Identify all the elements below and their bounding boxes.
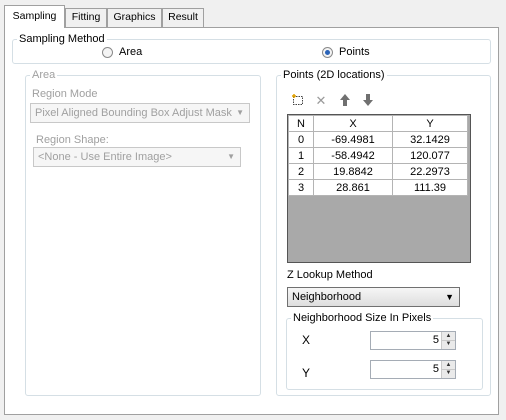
stepper-buttons: ▲ ▼ [441, 332, 455, 349]
table-cell[interactable]: 111.39 [392, 179, 468, 196]
table-row[interactable]: 3 28.861 111.39 [288, 179, 468, 196]
table-row[interactable]: 1 -58.4942 120.077 [288, 147, 468, 164]
table-cell[interactable]: 3 [288, 179, 314, 196]
column-header-x[interactable]: X [313, 115, 393, 132]
column-header-y[interactable]: Y [392, 115, 468, 132]
stepper-buttons: ▲ ▼ [441, 361, 455, 378]
region-mode-select[interactable]: Pixel Aligned Bounding Box Adjust Mask ▼ [30, 103, 250, 123]
delete-icon[interactable]: ✕ [313, 93, 329, 109]
area-radio[interactable] [102, 47, 113, 58]
chevron-down-icon: ▼ [445, 292, 454, 302]
move-down-icon[interactable] [360, 93, 376, 109]
table-cell[interactable]: -58.4942 [313, 147, 393, 164]
area-radio-label[interactable]: Area [119, 46, 142, 58]
table-row[interactable]: 2 19.8842 22.2973 [288, 163, 468, 180]
region-shape-select[interactable]: <None - Use Entire Image> ▼ [33, 147, 241, 167]
z-lookup-value: Neighborhood [292, 291, 362, 303]
z-lookup-label: Z Lookup Method [287, 269, 373, 281]
points-radio-label[interactable]: Points [339, 46, 370, 58]
add-point-icon[interactable] [290, 93, 306, 109]
neighborhood-y-label: Y [302, 366, 311, 380]
tab-graphics[interactable]: Graphics [107, 8, 162, 27]
table-cell[interactable]: 120.077 [392, 147, 468, 164]
tab-sampling[interactable]: Sampling [4, 5, 65, 28]
area-legend: Area [32, 69, 56, 81]
chevron-down-icon: ▼ [227, 152, 235, 161]
points-table[interactable]: N X Y 0 -69.4981 32.1429 1 -58.4942 120.… [288, 115, 468, 196]
z-lookup-select[interactable]: Neighborhood ▼ [287, 287, 460, 307]
table-cell[interactable]: -69.4981 [313, 131, 393, 148]
region-shape-label: Region Shape: [36, 134, 109, 146]
table-cell[interactable]: 2 [288, 163, 314, 180]
table-cell[interactable]: 19.8842 [313, 163, 393, 180]
table-header-row: N X Y [288, 115, 468, 132]
neighborhood-y-value: 5 [432, 363, 439, 375]
move-up-icon[interactable] [337, 93, 353, 109]
neighborhood-legend: Neighborhood Size In Pixels [293, 312, 432, 324]
table-row[interactable]: 0 -69.4981 32.1429 [288, 131, 468, 148]
neighborhood-x-value: 5 [432, 334, 439, 346]
stepper-down-icon[interactable]: ▼ [442, 369, 455, 377]
points-radio[interactable] [322, 47, 333, 58]
table-cell[interactable]: 0 [288, 131, 314, 148]
table-cell[interactable]: 1 [288, 147, 314, 164]
sampling-method-legend: Sampling Method [19, 33, 105, 45]
table-cell[interactable]: 32.1429 [392, 131, 468, 148]
tab-result[interactable]: Result [162, 8, 204, 27]
chevron-down-icon: ▼ [236, 108, 244, 117]
stepper-down-icon[interactable]: ▼ [442, 340, 455, 348]
region-mode-value: Pixel Aligned Bounding Box Adjust Mask [35, 107, 232, 119]
neighborhood-y-stepper[interactable]: 5 ▲ ▼ [370, 360, 456, 379]
column-header-n[interactable]: N [288, 115, 314, 132]
region-shape-value: <None - Use Entire Image> [38, 151, 172, 163]
points-legend: Points (2D locations) [283, 69, 385, 81]
tab-fitting[interactable]: Fitting [65, 8, 107, 27]
table-cell[interactable]: 28.861 [313, 179, 393, 196]
region-mode-label: Region Mode [32, 88, 98, 100]
sampling-method-group: Sampling Method [12, 34, 491, 64]
neighborhood-x-stepper[interactable]: 5 ▲ ▼ [370, 331, 456, 350]
table-cell[interactable]: 22.2973 [392, 163, 468, 180]
neighborhood-x-label: X [302, 333, 311, 347]
